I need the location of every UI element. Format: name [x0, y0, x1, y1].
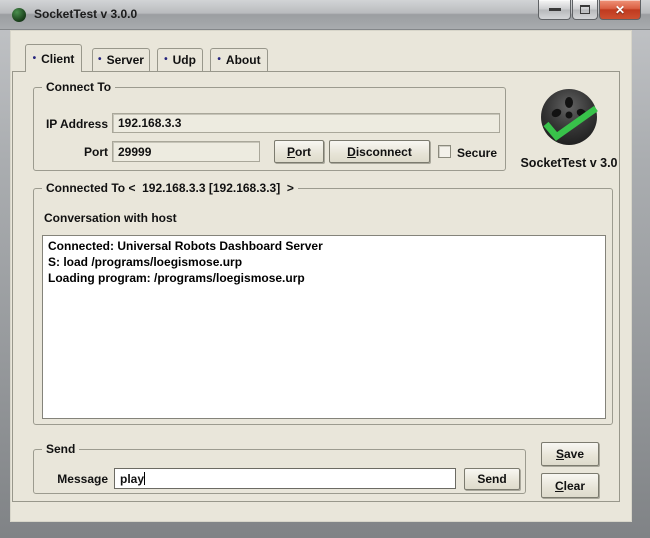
conversation-textarea[interactable]: Connected: Universal Robots Dashboard Se…	[42, 235, 606, 419]
window-title: SocketTest v 3.0.0	[34, 7, 137, 21]
send-group: Send Message play Send	[33, 449, 526, 494]
text-caret	[144, 472, 145, 485]
conversation-line: Loading program: /programs/loegismose.ur…	[48, 270, 600, 286]
app-icon	[12, 8, 26, 22]
sockettest-logo-icon	[539, 88, 601, 150]
connected-to-group: Connected To < 192.168.3.3 [192.168.3.3]…	[33, 188, 613, 425]
port-field[interactable]: 29999	[112, 141, 260, 162]
clear-button[interactable]: Clear	[541, 473, 599, 498]
tab-bullet-icon: •	[164, 55, 168, 65]
ip-address-field[interactable]: 192.168.3.3	[112, 113, 500, 133]
tab-server-label: Server	[107, 53, 144, 67]
close-icon: ✕	[615, 3, 625, 17]
message-input[interactable]: play	[114, 468, 456, 489]
port-label: Port	[40, 145, 108, 159]
tab-udp[interactable]: • Udp	[157, 48, 203, 71]
ip-address-value: 192.168.3.3	[118, 116, 181, 130]
minimize-icon	[549, 8, 561, 11]
tab-server[interactable]: • Server	[92, 48, 150, 71]
port-value: 29999	[118, 145, 151, 159]
save-button[interactable]: Save	[541, 442, 599, 466]
disconnect-button[interactable]: Disconnect	[329, 140, 430, 163]
tab-about-label: About	[226, 53, 261, 67]
conversation-line: S: load /programs/loegismose.urp	[48, 254, 600, 270]
connect-to-group: Connect To IP Address 192.168.3.3 Port 2…	[33, 87, 506, 171]
send-group-title: Send	[42, 442, 79, 456]
tab-bullet-icon: •	[98, 55, 102, 65]
titlebar[interactable]: SocketTest v 3.0.0 ✕	[0, 0, 650, 30]
tab-client-label: Client	[41, 52, 74, 66]
minimize-button[interactable]	[538, 0, 571, 20]
maximize-button[interactable]	[572, 0, 598, 20]
ip-address-label: IP Address	[40, 117, 108, 131]
tab-bullet-icon: •	[217, 55, 221, 65]
conversation-line: Connected: Universal Robots Dashboard Se…	[48, 238, 600, 254]
logo-caption: SocketTest v 3.0	[519, 156, 619, 170]
secure-checkbox[interactable]	[438, 145, 451, 158]
close-button[interactable]: ✕	[599, 0, 641, 20]
tab-bullet-icon: •	[33, 54, 37, 64]
window-content: • Client • Server • Udp • About Connect …	[10, 30, 632, 522]
port-button[interactable]: Port	[274, 140, 324, 163]
conversation-label: Conversation with host	[44, 211, 177, 225]
window-frame: SocketTest v 3.0.0 ✕ • Client • Server •…	[0, 0, 650, 538]
maximize-icon	[580, 5, 590, 14]
connected-to-group-title: Connected To < 192.168.3.3 [192.168.3.3]…	[42, 181, 298, 195]
message-value: play	[120, 472, 144, 486]
client-tab-panel: Connect To IP Address 192.168.3.3 Port 2…	[12, 71, 620, 502]
secure-label: Secure	[457, 146, 497, 160]
connect-to-group-title: Connect To	[42, 80, 115, 94]
tab-client[interactable]: • Client	[25, 44, 82, 72]
send-button[interactable]: Send	[464, 468, 520, 490]
tab-about[interactable]: • About	[210, 48, 268, 71]
tab-udp-label: Udp	[173, 53, 196, 67]
message-label: Message	[50, 472, 108, 486]
